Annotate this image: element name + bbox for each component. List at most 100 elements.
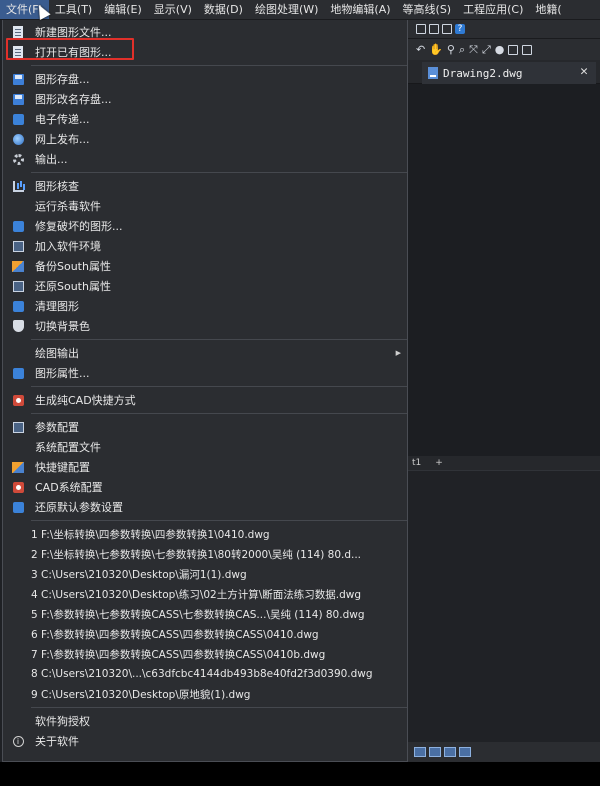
open-file-icon xyxy=(13,46,23,58)
properties-icon xyxy=(12,367,24,379)
properties-icon[interactable]: ● xyxy=(495,43,505,56)
recent-file-item[interactable]: 9 C:\Users\210320\Desktop\原地貌(1).dwg xyxy=(3,684,407,704)
menu-item-save[interactable]: 图形存盘... xyxy=(3,69,407,89)
command-area[interactable] xyxy=(408,470,600,742)
new-file-icon xyxy=(13,26,23,38)
drawing-canvas[interactable] xyxy=(408,84,600,456)
plot-icon xyxy=(13,348,24,359)
pan-icon[interactable]: ✋ xyxy=(429,43,443,56)
menu-item-publish-web[interactable]: 网上发布... xyxy=(3,129,407,149)
recent-file-item[interactable]: 4 C:\Users\210320\Desktop\练习\02土方计算\断面法练… xyxy=(3,584,407,604)
recent-file-item[interactable]: 5 F:\参数转换\七参数转换CASS\七参数转换CAS...\吴纯 (114)… xyxy=(3,604,407,624)
menu-item-export[interactable]: 输出... xyxy=(3,149,407,169)
environment-icon xyxy=(12,240,24,252)
document-tab-strip: Drawing2.dwg ✕ xyxy=(408,60,600,84)
menu-item-cad-config[interactable]: CAD系统配置 xyxy=(3,477,407,497)
layout-tab-strip: t1 + xyxy=(408,456,600,470)
menu-item-about[interactable]: i 关于软件 xyxy=(3,731,407,751)
add-layout-button[interactable]: + xyxy=(435,458,443,468)
menu-item-etransmit[interactable]: 电子传递... xyxy=(3,109,407,129)
toolbar-page-icon[interactable] xyxy=(429,24,439,34)
close-tab-icon[interactable]: ✕ xyxy=(580,64,588,79)
menu-item-purge[interactable]: 清理图形 xyxy=(3,296,407,316)
toolbar-top: ? xyxy=(408,20,600,38)
etransmit-icon xyxy=(12,113,24,125)
menu-contour[interactable]: 等高线(S) xyxy=(397,0,458,19)
menu-view[interactable]: 显示(V) xyxy=(148,0,198,19)
status-polar-icon[interactable] xyxy=(459,747,471,757)
file-menu-dropdown: 新建图形文件... 打开已有图形... 图形存盘... 图形改名存盘... 电子… xyxy=(2,20,408,762)
menu-divider xyxy=(31,386,407,387)
menubar: 文件(F) 工具(T) 编辑(E) 显示(V) 数据(D) 绘图处理(W) 地物… xyxy=(0,0,600,20)
zoom-window-icon[interactable]: ⌕ xyxy=(459,43,465,56)
menu-item-new-drawing[interactable]: 新建图形文件... xyxy=(3,22,407,42)
info-icon: i xyxy=(12,735,24,747)
layer-icon[interactable] xyxy=(508,44,519,55)
restore-icon xyxy=(12,280,24,292)
menu-item-plot[interactable]: 绘图输出 ▶ xyxy=(3,343,407,363)
menu-data[interactable]: 数据(D) xyxy=(198,0,249,19)
menu-item-add-env[interactable]: 加入软件环境 xyxy=(3,236,407,256)
antivirus-icon xyxy=(13,201,24,212)
menu-item-save-as[interactable]: 图形改名存盘... xyxy=(3,89,407,109)
menu-divider xyxy=(31,520,407,521)
zoom-extents-icon[interactable]: ⤢ xyxy=(482,43,491,56)
grid-icon[interactable] xyxy=(522,44,533,55)
menu-item-restore-south[interactable]: 还原South属性 xyxy=(3,276,407,296)
menu-divider xyxy=(31,339,407,340)
restore-defaults-icon xyxy=(12,501,24,513)
menu-feature-edit[interactable]: 地物编辑(A) xyxy=(324,0,396,19)
audit-icon xyxy=(12,180,24,192)
cad-config-icon xyxy=(12,481,24,493)
menu-item-license[interactable]: 软件狗授权 xyxy=(3,711,407,731)
recent-file-item[interactable]: 8 C:\Users\210320\...\c63dfcbc4144db493b… xyxy=(3,664,407,684)
menu-item-shortcut-config[interactable]: 快捷键配置 xyxy=(3,457,407,477)
menu-item-antivirus[interactable]: 运行杀毒软件 xyxy=(3,196,407,216)
menu-item-drawing-props[interactable]: 图形属性... xyxy=(3,363,407,383)
menu-divider xyxy=(31,65,407,66)
menu-item-recover[interactable]: 修复破坏的图形... xyxy=(3,216,407,236)
menu-item-system-config[interactable]: 系统配置文件 xyxy=(3,437,407,457)
recent-file-item[interactable]: 3 C:\Users\210320\Desktop\漏河1(1).dwg xyxy=(3,564,407,584)
export-icon xyxy=(12,153,24,165)
dwg-file-icon xyxy=(428,67,438,79)
recent-file-item[interactable]: 6 F:\参数转换\四参数转换CASS\四参数转换CASS\0410.dwg xyxy=(3,624,407,644)
recent-file-item[interactable]: 1 F:\坐标转换\四参数转换\四参数转换1\0410.dwg xyxy=(3,524,407,544)
globe-icon xyxy=(12,133,24,145)
layout-tab[interactable]: t1 xyxy=(412,458,421,468)
screen-bottom-bar xyxy=(0,762,600,786)
recent-file-item[interactable]: 2 F:\坐标转换\七参数转换\七参数转换1\80转2000\吴纯 (114) … xyxy=(3,544,407,564)
save-as-icon xyxy=(12,93,24,105)
menu-edit[interactable]: 编辑(E) xyxy=(98,0,148,19)
menu-item-backup-south[interactable]: 备份South属性 xyxy=(3,256,407,276)
undo-icon[interactable]: ↶ xyxy=(416,43,425,56)
background-color-icon xyxy=(12,320,24,332)
menu-divider xyxy=(31,413,407,414)
status-snap-icon[interactable] xyxy=(414,747,426,757)
status-grid-icon[interactable] xyxy=(429,747,441,757)
zoom-prev-icon[interactable]: ⤧ xyxy=(469,43,478,56)
status-bar xyxy=(408,742,600,762)
toolbar-doc-icon[interactable] xyxy=(416,24,426,34)
document-tab[interactable]: Drawing2.dwg ✕ xyxy=(422,62,596,84)
shortcut-icon xyxy=(12,461,24,473)
recent-file-item[interactable]: 7 F:\参数转换\四参数转换CASS\四参数转换CASS\0410b.dwg xyxy=(3,644,407,664)
submenu-arrow-icon: ▶ xyxy=(395,349,401,357)
save-icon xyxy=(12,73,24,85)
toolbar-list-icon[interactable] xyxy=(442,24,452,34)
menu-engineering[interactable]: 工程应用(C) xyxy=(457,0,529,19)
menu-item-param-config[interactable]: 参数配置 xyxy=(3,417,407,437)
zoom-icon[interactable]: ⚲ xyxy=(447,43,455,56)
menu-item-cad-shortcut[interactable]: 生成纯CAD快捷方式 xyxy=(3,390,407,410)
menu-cadastre[interactable]: 地籍( xyxy=(529,0,567,19)
menu-item-restore-defaults[interactable]: 还原默认参数设置 xyxy=(3,497,407,517)
toolbar-help-icon[interactable]: ? xyxy=(455,24,465,34)
menu-tools[interactable]: 工具(T) xyxy=(49,0,98,19)
document-tab-title: Drawing2.dwg xyxy=(443,66,523,80)
menu-item-toggle-bg[interactable]: 切换背景色 xyxy=(3,316,407,336)
menu-draw-process[interactable]: 绘图处理(W) xyxy=(249,0,324,19)
menu-item-audit[interactable]: 图形核查 xyxy=(3,176,407,196)
menu-item-open-drawing[interactable]: 打开已有图形... xyxy=(3,42,407,62)
status-ortho-icon[interactable] xyxy=(444,747,456,757)
license-icon xyxy=(13,716,24,727)
